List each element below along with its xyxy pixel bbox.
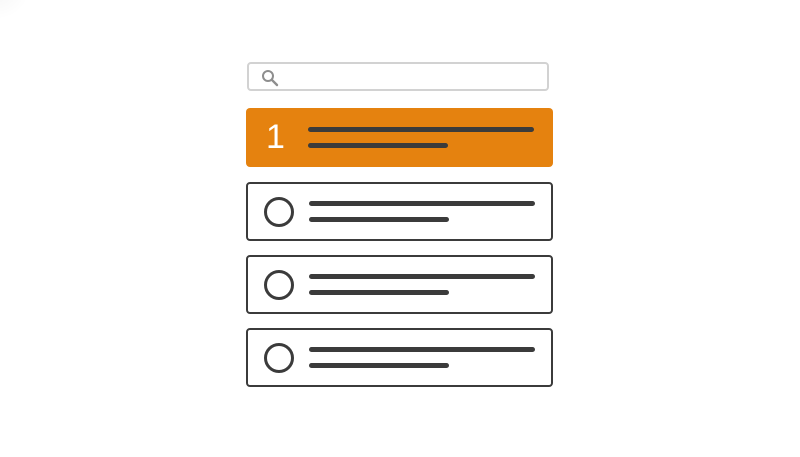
result-title-placeholder bbox=[309, 274, 535, 279]
result-item-4[interactable] bbox=[246, 328, 553, 387]
result-item-1[interactable]: 1 bbox=[246, 108, 553, 167]
result-subtitle-placeholder bbox=[309, 290, 449, 295]
result-subtitle-placeholder bbox=[309, 217, 449, 222]
search-icon bbox=[262, 70, 279, 87]
result-title-placeholder bbox=[309, 201, 535, 206]
result-title-placeholder bbox=[309, 347, 535, 352]
result-radio-icon bbox=[264, 343, 294, 373]
result-item-2[interactable] bbox=[246, 182, 553, 241]
search-results-illustration: 1 bbox=[0, 0, 800, 457]
search-bar[interactable] bbox=[247, 62, 549, 91]
result-title-placeholder bbox=[308, 127, 534, 132]
result-radio-icon bbox=[264, 270, 294, 300]
result-radio-icon bbox=[264, 197, 294, 227]
result-subtitle-placeholder bbox=[308, 143, 448, 148]
result-item-3[interactable] bbox=[246, 255, 553, 314]
corner-shadow bbox=[0, 0, 30, 20]
result-number-badge: 1 bbox=[266, 118, 285, 156]
result-subtitle-placeholder bbox=[309, 363, 449, 368]
